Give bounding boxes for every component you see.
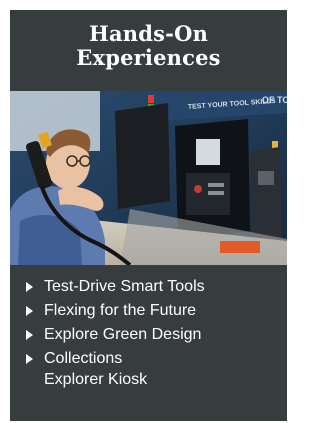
panel-title: Hands-On Experiences (10, 22, 287, 70)
exhibit-photo-illustration: TEST YOUR TOOL SKILLS OF TO (10, 91, 287, 265)
list-item-label-line-1: Collections (44, 350, 123, 367)
triangle-bullet-icon (26, 282, 33, 292)
list-item[interactable]: Flexing for the Future (24, 300, 279, 321)
list-item-label-line-2: Explorer Kiosk (44, 371, 148, 388)
experience-list: Test-Drive Smart Tools Flexing for the F… (24, 276, 279, 393)
list-item[interactable]: Collections Explorer Kiosk (24, 348, 279, 390)
list-item[interactable]: Test-Drive Smart Tools (24, 276, 279, 297)
list-item-label: Explore Green Design (44, 326, 202, 343)
panel-title-line-1: Hands-On (88, 21, 209, 46)
sign-text-right: OF TO (262, 95, 287, 105)
triangle-bullet-icon (26, 330, 33, 340)
list-item-label: Flexing for the Future (44, 302, 197, 319)
list-item[interactable]: Explore Green Design (24, 324, 279, 345)
list-item-label: Test-Drive Smart Tools (44, 278, 205, 295)
hands-on-experiences-panel: Hands-On Experiences TEST YOUR TOOL SKIL… (10, 10, 287, 421)
triangle-bullet-icon (26, 354, 33, 364)
panel-title-line-2: Experiences (76, 45, 221, 70)
exhibit-photo: TEST YOUR TOOL SKILLS OF TO (10, 91, 287, 265)
triangle-bullet-icon (26, 306, 33, 316)
